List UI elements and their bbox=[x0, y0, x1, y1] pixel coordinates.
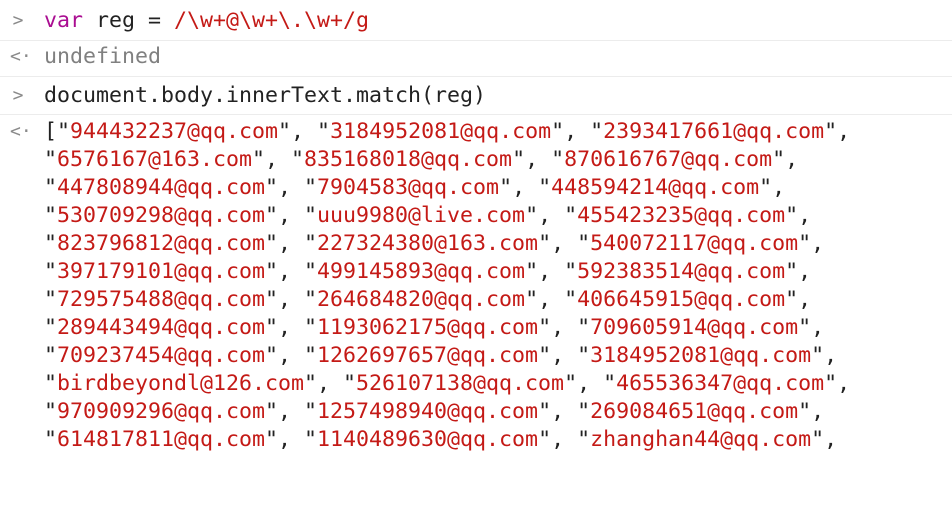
email-item: 970909296@qq.com bbox=[57, 399, 266, 424]
email-item: 1193062175@qq.com bbox=[317, 315, 539, 340]
input-code[interactable]: document.body.innerText.match(reg) bbox=[44, 82, 486, 110]
chevron-right-icon: > bbox=[12, 10, 24, 31]
array-output-line: "397179101@qq.com", "499145893@qq.com", … bbox=[44, 259, 812, 284]
row-divider bbox=[0, 76, 952, 77]
email-item: 448594214@qq.com bbox=[551, 175, 760, 200]
array-output-line: "289443494@qq.com", "1193062175@qq.com",… bbox=[44, 315, 825, 340]
email-item: 6576167@163.com bbox=[57, 147, 253, 172]
array-output-line: "birdbeyondl@126.com", "526107138@qq.com… bbox=[44, 371, 851, 396]
array-open-bracket: [ bbox=[44, 119, 58, 144]
array-continuation-row: "530709298@qq.com", "uuu9980@live.com", … bbox=[0, 202, 952, 230]
email-item: 835168018@qq.com bbox=[304, 147, 513, 172]
email-item: 289443494@qq.com bbox=[57, 315, 266, 340]
array-output-line: "530709298@qq.com", "uuu9980@live.com", … bbox=[44, 203, 812, 228]
array-continuation-row: "289443494@qq.com", "1193062175@qq.com",… bbox=[0, 314, 952, 342]
email-item: 729575488@qq.com bbox=[57, 287, 266, 312]
email-item: 227324380@163.com bbox=[317, 231, 539, 256]
email-item: 530709298@qq.com bbox=[57, 203, 266, 228]
email-item: 455423235@qq.com bbox=[577, 203, 786, 228]
console-input-row[interactable]: > document.body.innerText.match(reg) bbox=[0, 82, 952, 110]
row-divider bbox=[0, 114, 952, 115]
array-output-line: "709237454@qq.com", "1262697657@qq.com",… bbox=[44, 343, 838, 368]
regex-literal: /\w+@\w+\.\w+/g bbox=[174, 8, 370, 33]
array-continuation-row: "970909296@qq.com", "1257498940@qq.com",… bbox=[0, 398, 952, 426]
email-item: 592383514@qq.com bbox=[577, 259, 786, 284]
email-item: 269084651@qq.com bbox=[590, 399, 799, 424]
email-item: 406645915@qq.com bbox=[577, 287, 786, 312]
return-arrow-icon: <· bbox=[10, 121, 32, 142]
array-continuation-row: "729575488@qq.com", "264684820@qq.com", … bbox=[0, 286, 952, 314]
email-item: 7904583@qq.com bbox=[317, 175, 500, 200]
email-item: 3184952081@qq.com bbox=[330, 119, 552, 144]
output-undefined: undefined bbox=[44, 44, 162, 69]
array-output-line: "823796812@qq.com", "227324380@163.com",… bbox=[44, 231, 825, 256]
email-item: 823796812@qq.com bbox=[57, 231, 266, 256]
email-item: 499145893@qq.com bbox=[317, 259, 526, 284]
email-item: 614817811@qq.com bbox=[57, 427, 266, 452]
input-code[interactable]: var reg = /\w+@\w+\.\w+/g bbox=[44, 7, 369, 35]
email-item: 540072117@qq.com bbox=[590, 231, 799, 256]
email-item: 944432237@qq.com bbox=[70, 119, 279, 144]
email-item: 1257498940@qq.com bbox=[317, 399, 539, 424]
email-item: 709605914@qq.com bbox=[590, 315, 799, 340]
array-output-line: "6576167@163.com", "835168018@qq.com", "… bbox=[44, 147, 799, 172]
email-item: 447808944@qq.com bbox=[57, 175, 266, 200]
email-item: 2393417661@qq.com bbox=[603, 119, 825, 144]
array-continuation-row: "397179101@qq.com", "499145893@qq.com", … bbox=[0, 258, 952, 286]
array-continuation-row: "823796812@qq.com", "227324380@163.com",… bbox=[0, 230, 952, 258]
email-item: 465536347@qq.com bbox=[616, 371, 825, 396]
array-output-line: ["944432237@qq.com", "3184952081@qq.com"… bbox=[44, 119, 851, 144]
email-item: 1262697657@qq.com bbox=[317, 343, 539, 368]
email-item: 526107138@qq.com bbox=[356, 371, 565, 396]
email-item: birdbeyondl@126.com bbox=[57, 371, 305, 396]
assignment-text: reg = bbox=[83, 8, 175, 33]
array-continuation-row: "birdbeyondl@126.com", "526107138@qq.com… bbox=[0, 370, 952, 398]
return-arrow-icon: <· bbox=[10, 46, 32, 67]
devtools-console: > var reg = /\w+@\w+\.\w+/g <· undefined… bbox=[0, 0, 952, 452]
chevron-right-icon: > bbox=[12, 85, 24, 106]
row-divider bbox=[0, 40, 952, 41]
array-output-line: "970909296@qq.com", "1257498940@qq.com",… bbox=[44, 399, 825, 424]
array-continuation-row: "6576167@163.com", "835168018@qq.com", "… bbox=[0, 146, 952, 174]
email-item: zhanghan44@qq.com bbox=[590, 427, 812, 452]
keyword-var: var bbox=[44, 8, 84, 33]
array-output-line: "447808944@qq.com", "7904583@qq.com", "4… bbox=[44, 175, 786, 200]
email-item: 3184952081@qq.com bbox=[590, 343, 812, 368]
array-continuation-row: "447808944@qq.com", "7904583@qq.com", "4… bbox=[0, 174, 952, 202]
console-output-row: <· undefined bbox=[0, 43, 952, 71]
console-output-row[interactable]: <· ["944432237@qq.com", "3184952081@qq.c… bbox=[0, 118, 952, 146]
array-continuation-row: "709237454@qq.com", "1262697657@qq.com",… bbox=[0, 342, 952, 370]
console-input-row[interactable]: > var reg = /\w+@\w+\.\w+/g bbox=[0, 7, 952, 35]
email-item: 870616767@qq.com bbox=[564, 147, 773, 172]
email-item: 397179101@qq.com bbox=[57, 259, 266, 284]
email-item: uuu9980@live.com bbox=[317, 203, 526, 228]
email-item: 709237454@qq.com bbox=[57, 343, 266, 368]
email-item: 1140489630@qq.com bbox=[317, 427, 539, 452]
array-output-line: "729575488@qq.com", "264684820@qq.com", … bbox=[44, 287, 812, 312]
email-item: 264684820@qq.com bbox=[317, 287, 526, 312]
